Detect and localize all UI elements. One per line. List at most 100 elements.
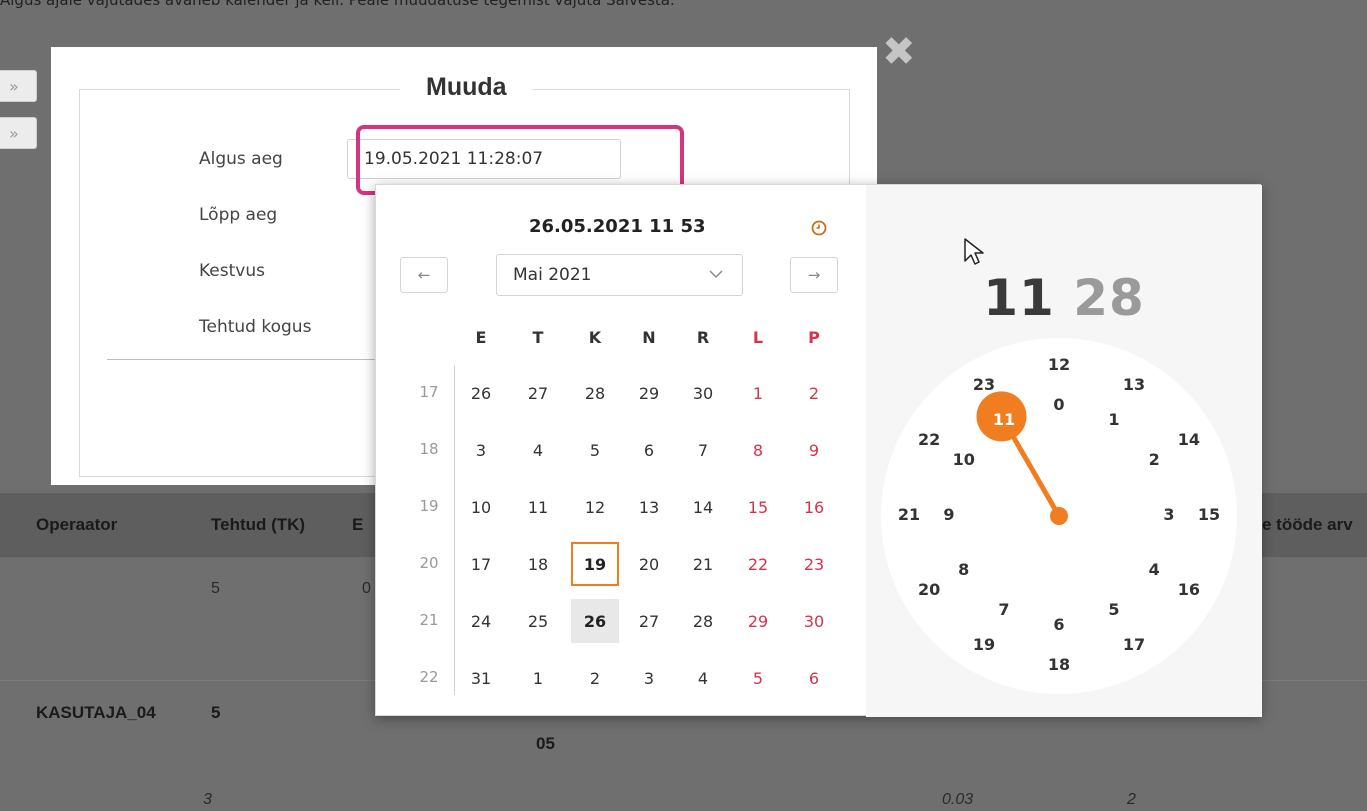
label-tehtud-kogus: Tehtud kogus: [199, 317, 312, 337]
calendar-day[interactable]: 22: [734, 542, 782, 586]
clock-hour[interactable]: 10: [949, 450, 979, 469]
calendar-day[interactable]: 1: [514, 656, 562, 700]
clock-hour[interactable]: 0: [1044, 395, 1074, 414]
calendar-day[interactable]: 26: [457, 371, 505, 415]
calendar-day[interactable]: 30: [679, 371, 727, 415]
calendar-day[interactable]: 31: [457, 656, 505, 700]
hour-clock-face[interactable]: 12 13 14 15 16 17 18 19 20 21 22 23 0 1 2 3 4 5 6 7 8 9 10 11: [879, 336, 1239, 696]
clock-hour[interactable]: 1: [1099, 410, 1129, 429]
weekday-header: L: [752, 328, 764, 347]
clock-hour[interactable]: 18: [1044, 655, 1074, 674]
clock-hour[interactable]: 2: [1139, 450, 1169, 469]
calendar-day[interactable]: 2: [571, 656, 619, 700]
column-header-operaator: Operaator: [36, 515, 118, 534]
minute-display[interactable]: 28: [1073, 269, 1145, 327]
calendar-day[interactable]: 9: [790, 428, 838, 472]
calendar-day[interactable]: 6: [790, 656, 838, 700]
calendar-day[interactable]: 8: [734, 428, 782, 472]
arrow-left-icon: ←: [417, 266, 431, 284]
column-header-toode-arv: e tööde arv: [1262, 515, 1353, 534]
instruction-caption: Algus ajale vajutades avaneb kalender ja…: [0, 0, 675, 9]
calendar-day[interactable]: 6: [625, 428, 673, 472]
calendar-day[interactable]: 5: [571, 428, 619, 472]
week-number: 21: [419, 611, 439, 629]
clock-center-dot: [1050, 507, 1068, 525]
calendar-day[interactable]: 3: [625, 656, 673, 700]
table-cell: 3: [203, 791, 212, 808]
clock-hour[interactable]: 13: [1119, 375, 1149, 394]
clock-hour[interactable]: 22: [914, 430, 944, 449]
calendar-day[interactable]: 25: [514, 599, 562, 643]
calendar-day[interactable]: 4: [679, 656, 727, 700]
calendar-day[interactable]: 16: [790, 485, 838, 529]
selected-day[interactable]: 19: [571, 542, 619, 586]
clock-hour[interactable]: 6: [1044, 615, 1074, 634]
calendar-day[interactable]: 18: [514, 542, 562, 586]
clock-hour[interactable]: 23: [969, 375, 999, 394]
arrow-right-icon: →: [807, 266, 821, 284]
clock-hour[interactable]: 3: [1154, 505, 1184, 524]
next-month-button[interactable]: →: [790, 257, 838, 293]
calendar-day[interactable]: 7: [679, 428, 727, 472]
weekday-header: K: [588, 328, 602, 347]
expand-sidebar-button[interactable]: »: [0, 70, 37, 102]
clock-hour[interactable]: 7: [989, 600, 1019, 619]
clock-hour[interactable]: 16: [1174, 580, 1204, 599]
clock-hour[interactable]: 15: [1194, 505, 1224, 524]
clock-hour[interactable]: 14: [1174, 430, 1204, 449]
clock-hour[interactable]: 17: [1119, 635, 1149, 654]
hour-display[interactable]: 11: [983, 269, 1055, 327]
expand-sidebar-button-2[interactable]: »: [0, 117, 37, 149]
week-number: 18: [419, 440, 439, 458]
calendar-day[interactable]: 12: [571, 485, 619, 529]
calendar-day[interactable]: 27: [514, 371, 562, 415]
prev-month-button[interactable]: ←: [400, 257, 448, 293]
picker-current-datetime: 26.05.2021 11 53: [529, 216, 706, 237]
calendar-day[interactable]: 2: [790, 371, 838, 415]
modal-title: Muuda: [400, 73, 533, 102]
calendar-day[interactable]: 21: [679, 542, 727, 586]
clock-hour[interactable]: 9: [934, 505, 964, 524]
week-number: 20: [419, 554, 439, 572]
clock-hour[interactable]: 5: [1099, 600, 1129, 619]
calendar-day[interactable]: 28: [571, 371, 619, 415]
clock-hour[interactable]: 20: [914, 580, 944, 599]
clock-hour-selected[interactable]: 11: [989, 410, 1019, 429]
calendar-day[interactable]: 27: [625, 599, 673, 643]
calendar-day[interactable]: 11: [514, 485, 562, 529]
calendar-day[interactable]: 15: [734, 485, 782, 529]
clock-icon[interactable]: [810, 219, 828, 237]
calendar-day[interactable]: 1: [734, 371, 782, 415]
label-algus-aeg: Algus aeg: [199, 149, 283, 169]
calendar-day[interactable]: 24: [457, 599, 505, 643]
calendar-day[interactable]: 29: [734, 599, 782, 643]
clock-hour[interactable]: 21: [894, 505, 924, 524]
mouse-cursor-icon: [964, 238, 984, 265]
calendar-day[interactable]: 13: [625, 485, 673, 529]
clock-hour[interactable]: 12: [1044, 355, 1074, 374]
column-header-tehtud: Tehtud (TK): [211, 515, 306, 534]
calendar-day[interactable]: 3: [457, 428, 505, 472]
calendar-day[interactable]: 20: [625, 542, 673, 586]
calendar-day[interactable]: 4: [514, 428, 562, 472]
clock-hour[interactable]: 19: [969, 635, 999, 654]
calendar-day[interactable]: 5: [734, 656, 782, 700]
month-select[interactable]: Mai 2021: [496, 254, 743, 296]
calendar-day[interactable]: 29: [625, 371, 673, 415]
close-icon[interactable]: ✖: [882, 32, 916, 72]
calendar-day[interactable]: 28: [679, 599, 727, 643]
week-number-divider: [454, 365, 455, 695]
calendar-day[interactable]: 23: [790, 542, 838, 586]
calendar-day[interactable]: 14: [679, 485, 727, 529]
calendar-day[interactable]: 30: [790, 599, 838, 643]
today-day[interactable]: 26: [571, 599, 619, 643]
calendar-day[interactable]: 10: [457, 485, 505, 529]
month-select-value: Mai 2021: [513, 265, 592, 285]
weekday-header: R: [696, 328, 710, 347]
double-chevron-right-icon: »: [9, 76, 19, 96]
table-cell: 05: [536, 734, 555, 753]
calendar-day[interactable]: 17: [457, 542, 505, 586]
clock-hour[interactable]: 8: [949, 560, 979, 579]
chevron-down-icon: [709, 270, 723, 279]
clock-hour[interactable]: 4: [1139, 560, 1169, 579]
